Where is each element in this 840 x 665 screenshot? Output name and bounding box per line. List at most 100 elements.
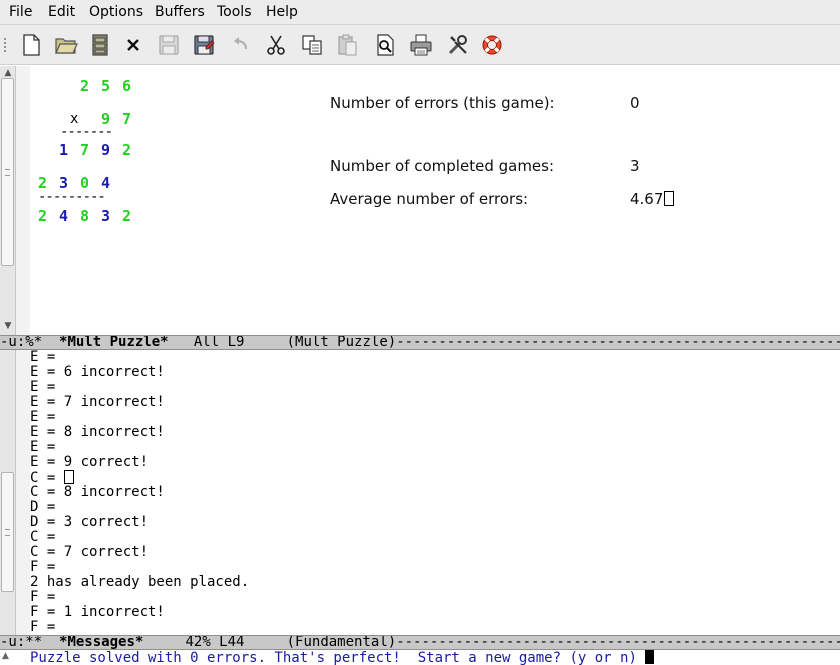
puzzle-digit[interactable]: 2 [38,207,47,225]
left-fringe [16,66,30,335]
save-icon[interactable] [157,33,181,57]
modeline-buffer-name[interactable]: *Messages* [59,636,143,649]
message-line: C = 8 incorrect! [30,485,249,500]
menu-bar: File Edit Options Buffers Tools Help [0,0,840,25]
copy-icon[interactable] [300,33,324,57]
message-text: C = 8 incorrect! [30,484,165,500]
dired-cabinet-icon[interactable] [88,33,112,57]
modeline-status: -u:** [0,635,60,650]
message-text: E = 7 incorrect! [30,394,165,410]
completed-games-label: Number of completed games: [330,157,555,175]
menu-edit[interactable]: Edit [48,4,75,20]
scroll-up-icon[interactable]: ▲ [2,651,14,663]
puzzle-digit[interactable]: 1 [59,141,68,159]
message-line: E = 9 correct! [30,455,249,470]
message-line: E = [30,410,249,425]
puzzle-digit[interactable]: 7 [122,110,131,128]
puzzle-digit[interactable]: 7 [80,141,89,159]
message-line: E = 7 incorrect! [30,395,249,410]
message-text: C = 7 correct! [30,544,149,560]
save-as-icon[interactable] [192,33,216,57]
new-file-icon[interactable] [19,33,43,57]
mult-puzzle-window: ▲ ▼ 2 5 6 x 9 7 ------- 1 7 9 2 2 3 0 4 --------- 2 4 8 3 2 … [0,66,840,335]
text-cursor [664,191,675,206]
puzzle-digit[interactable]: 9 [101,141,110,159]
modeline-major-mode[interactable]: (Fundamental) [287,636,397,649]
message-text: E = [30,379,56,395]
message-text: F = 1 incorrect! [30,604,165,620]
message-text: D = 3 correct! [30,514,149,530]
message-line: 2 has already been placed. [30,575,249,590]
modeline-buffer-name[interactable]: *Mult Puzzle* [59,336,169,349]
rule-line: --------- [38,189,106,205]
print-icon[interactable] [409,33,433,57]
puzzle-digit[interactable]: 6 [122,77,131,95]
cut-icon[interactable] [264,33,288,57]
message-line: E = [30,380,249,395]
menu-help[interactable]: Help [266,4,298,20]
message-text: F = [30,619,56,635]
puzzle-digit[interactable]: 2 [122,207,131,225]
top-scrollbar[interactable]: ▲ ▼ [0,66,16,335]
message-line: C = [30,530,249,545]
puzzle-digit[interactable]: 2 [122,141,131,159]
menu-options[interactable]: Options [89,4,143,20]
messages-window: E = E = 6 incorrect! E = E = 7 incorrect! E … [0,350,840,635]
messages-fringe [16,350,30,635]
rule-line: ------- [60,124,113,140]
open-folder-icon[interactable] [54,33,78,57]
scroll-down-icon[interactable]: ▼ [2,320,14,332]
echo-message: Puzzle solved with 0 errors. That's perf… [30,650,637,665]
message-line: E = 6 incorrect! [30,365,249,380]
message-text: E = [30,350,56,365]
message-text: C = [30,529,56,545]
average-errors-label: Average number of errors: [330,190,529,208]
puzzle-digit[interactable]: 2 [80,77,89,95]
average-errors-row: 4.67 [630,190,675,208]
echo-prompt: Puzzle solved with 0 errors. That's perf… [30,650,654,665]
message-text: E = 9 correct! [30,454,149,470]
toolbar [0,25,840,65]
echo-area[interactable]: ▲ Puzzle solved with 0 errors. That's pe… [0,650,840,665]
message-line: C = 7 correct! [30,545,249,560]
message-text: E = 8 incorrect! [30,424,165,440]
help-lifebuoy-icon[interactable] [480,33,504,57]
inactive-cursor [63,470,74,484]
message-text: D = [30,499,56,515]
close-buffer-icon[interactable] [121,33,145,57]
average-errors-value: 4.67 [630,190,664,208]
modeline-position: 42% L44 [143,635,287,650]
messages-scrollbar-thumb[interactable] [1,472,14,592]
message-line: D = 3 correct! [30,515,249,530]
toolbar-grip[interactable] [3,37,7,53]
menu-file[interactable]: File [9,4,32,20]
modeline-fill: ----------------------------------------… [396,635,840,650]
minibuffer-cursor [644,650,654,664]
message-line: F = [30,560,249,575]
top-scrollbar-thumb[interactable] [1,78,14,266]
puzzle-digit[interactable]: 4 [59,207,68,225]
puzzle-digit[interactable]: 3 [101,207,110,225]
menu-tools[interactable]: Tools [217,4,252,20]
message-line: C = [30,470,249,486]
search-icon[interactable] [373,33,397,57]
message-text: 2 has already been placed. [30,574,250,590]
menu-buffers[interactable]: Buffers [155,4,205,20]
top-mode-line[interactable]: -u:%* *Mult Puzzle* All L9 (Mult Puzzle)… [0,335,840,350]
puzzle-digit[interactable]: 5 [101,77,110,95]
bottom-mode-line[interactable]: -u:** *Messages* 42% L44 (Fundamental)--… [0,635,840,650]
message-line: E = [30,440,249,455]
modeline-major-mode[interactable]: (Mult Puzzle) [287,336,397,349]
message-text: F = [30,589,56,605]
paste-icon[interactable] [335,33,359,57]
message-text: E = [30,439,56,455]
errors-value: 0 [630,94,640,112]
undo-icon[interactable] [229,33,253,57]
errors-label: Number of errors (this game): [330,94,555,112]
puzzle-digit[interactable]: 8 [80,207,89,225]
preferences-icon[interactable] [446,33,470,57]
messages-log: E = E = 6 incorrect! E = E = 7 incorrect! E … [30,350,249,635]
message-text: E = [30,409,56,425]
message-text: F = [30,559,56,575]
messages-scrollbar[interactable] [0,350,16,635]
